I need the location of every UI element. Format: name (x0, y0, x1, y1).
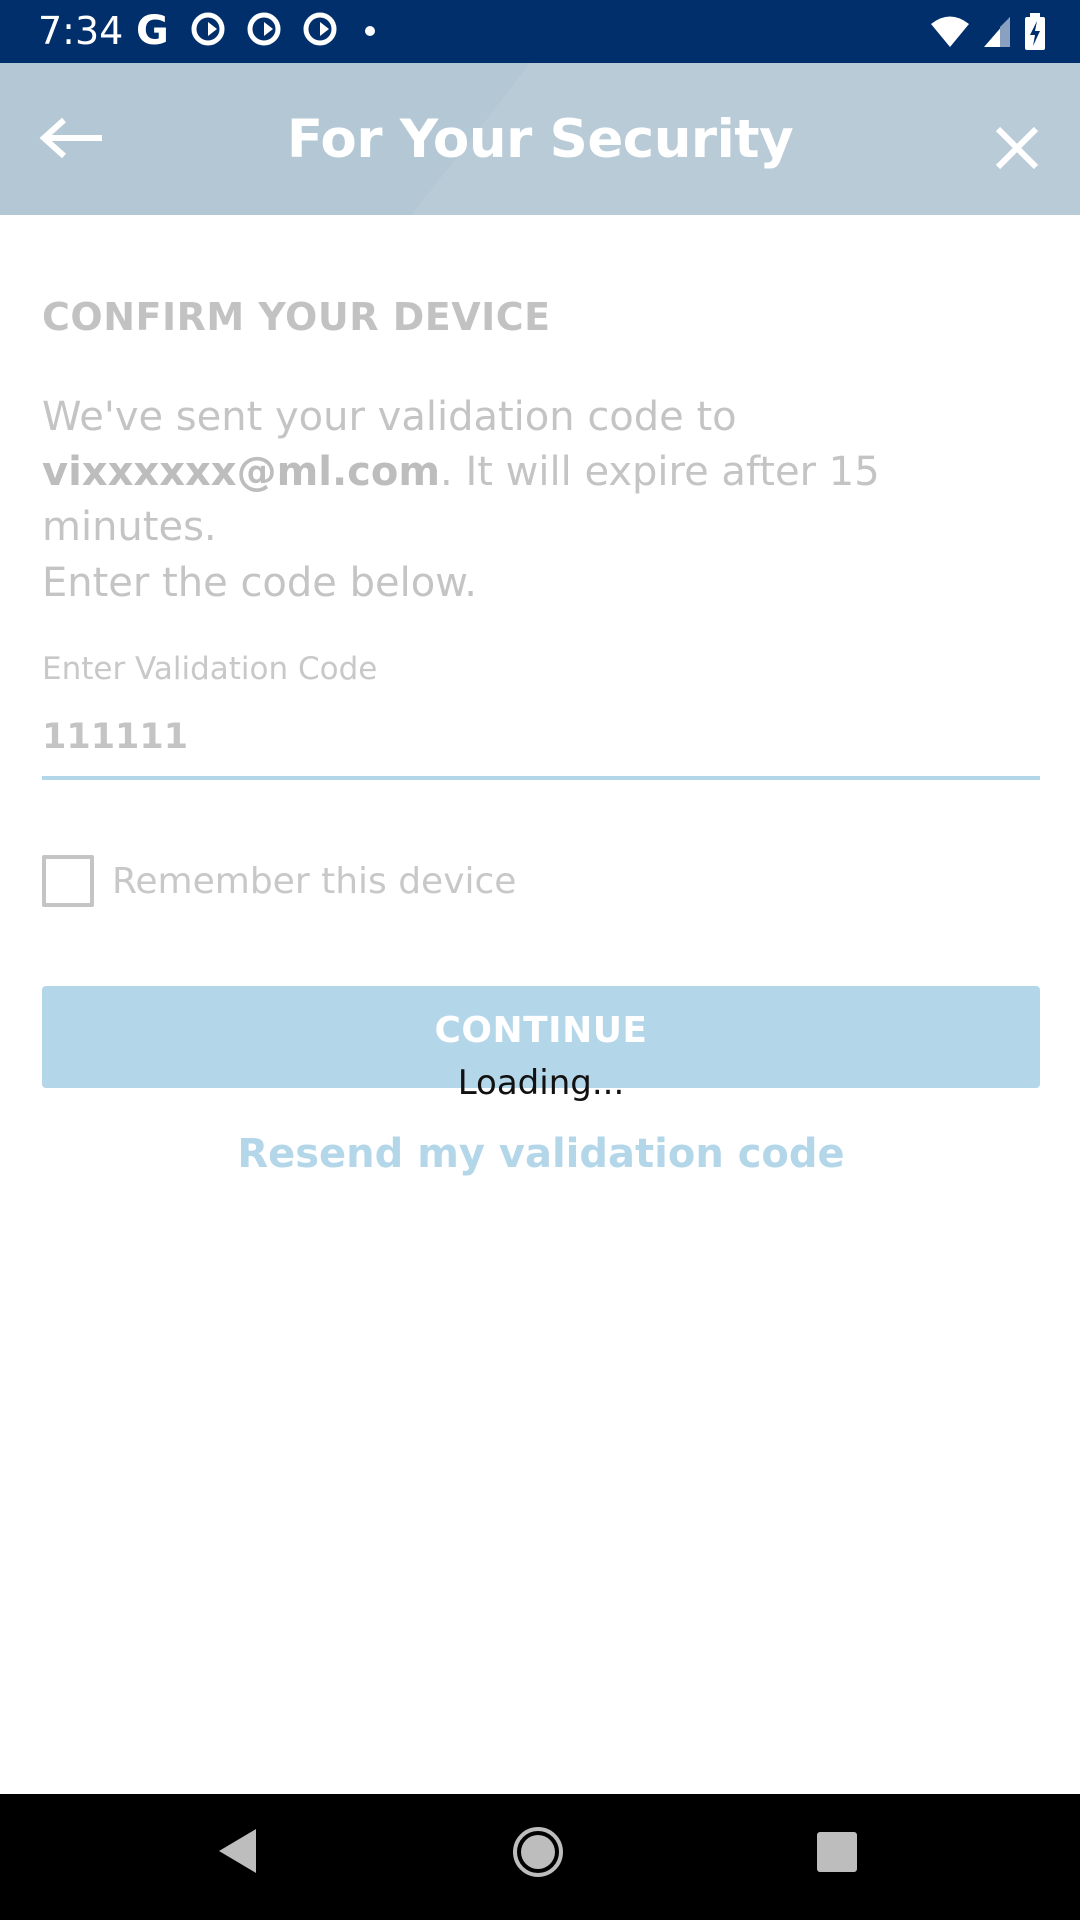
battery-charging-icon (1025, 13, 1045, 50)
app-notification-icon (247, 12, 281, 51)
back-button[interactable] (38, 113, 108, 163)
validation-code-input[interactable] (42, 698, 1040, 780)
nav-back-icon[interactable] (216, 1826, 260, 1876)
close-icon (995, 126, 1039, 170)
more-dot-icon (364, 26, 375, 36)
status-bar: 7:34 G (0, 0, 1080, 63)
nav-home-icon[interactable] (512, 1826, 564, 1878)
enter-code-instruction: Enter the code below. (42, 560, 477, 606)
loading-indicator: Loading... (457, 1063, 625, 1103)
app-header: For Your Security (0, 63, 1080, 215)
section-heading: CONFIRM YOUR DEVICE (42, 295, 551, 339)
remember-device-label: Remember this device (112, 860, 517, 902)
cell-signal-icon (984, 17, 1010, 47)
app-notification-icon (191, 12, 225, 51)
masked-email: vixxxxxx@ml.com (42, 449, 441, 495)
validation-code-label: Enter Validation Code (42, 651, 378, 687)
close-button[interactable] (992, 123, 1046, 177)
page-title: For Your Security (286, 108, 794, 170)
remember-device-row[interactable]: Remember this device (42, 853, 516, 909)
resend-code-link[interactable]: Resend my validation code (42, 1131, 1040, 1177)
arrow-left-icon (39, 117, 102, 159)
notification-icons: G (136, 10, 397, 52)
wifi-icon (931, 16, 969, 47)
instruction-prefix: We've sent your validation code to (42, 394, 737, 440)
remember-device-checkbox[interactable] (42, 855, 94, 907)
nav-recents-icon[interactable] (816, 1831, 858, 1873)
status-time: 7:34 (38, 9, 124, 53)
system-nav-bar (0, 1794, 1080, 1920)
google-icon: G (136, 8, 169, 54)
app-notification-icon (303, 12, 337, 51)
system-icons (918, 12, 1046, 52)
validation-instruction: We've sent your validation code to vixxx… (42, 390, 1042, 555)
